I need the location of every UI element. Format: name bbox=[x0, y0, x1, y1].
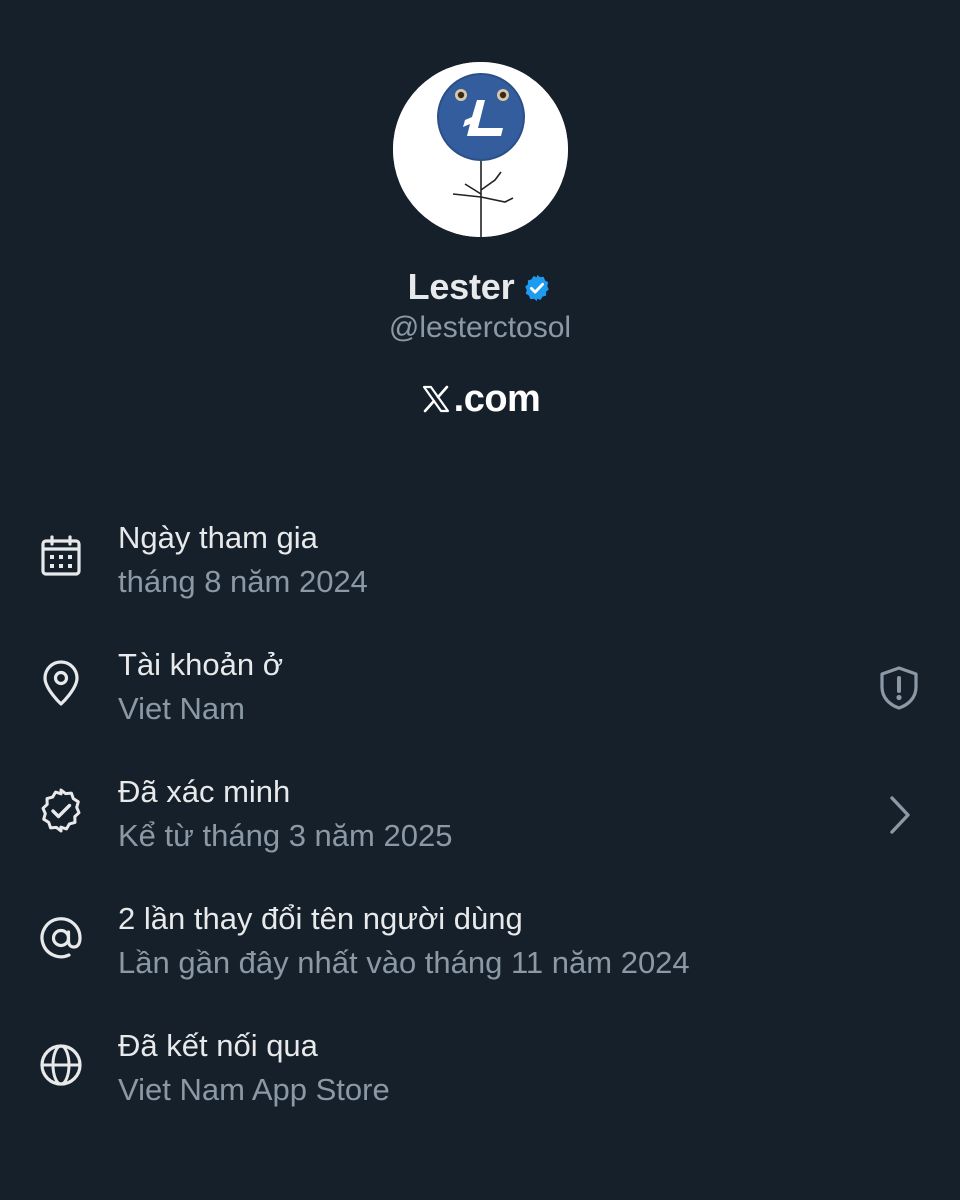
shield-alert-icon[interactable] bbox=[874, 663, 924, 713]
avatar[interactable] bbox=[393, 62, 568, 237]
name-row: Lester bbox=[0, 262, 960, 312]
info-text: Ngày tham gia tháng 8 năm 2024 bbox=[118, 516, 368, 604]
location-pin-icon bbox=[43, 660, 79, 706]
info-row-joined: Ngày tham gia tháng 8 năm 2024 bbox=[0, 506, 960, 633]
verified-outline-icon bbox=[41, 788, 81, 833]
litecoin-stickfigure-avatar-icon bbox=[393, 62, 568, 237]
info-row-verified[interactable]: Đã xác minh Kể từ tháng 3 năm 2025 bbox=[0, 760, 960, 887]
info-subtitle: Viet Nam App Store bbox=[118, 1072, 390, 1107]
chevron-right-icon[interactable] bbox=[874, 790, 924, 840]
info-text: Tài khoản ở Viet Nam bbox=[118, 643, 283, 731]
info-title: Tài khoản ở bbox=[118, 647, 284, 682]
info-row-account-location: Tài khoản ở Viet Nam bbox=[0, 633, 960, 760]
info-text: 2 lần thay đổi tên người dùng Lần gần đâ… bbox=[118, 897, 690, 985]
x-logo-icon bbox=[422, 385, 449, 413]
info-subtitle: Viet Nam bbox=[118, 691, 245, 726]
info-subtitle: Lần gần đây nhất vào tháng 11 năm 2024 bbox=[118, 945, 690, 980]
info-row-connected-via: Đã kết nối qua Viet Nam App Store bbox=[0, 1014, 960, 1141]
info-text: Đã kết nối qua Viet Nam App Store bbox=[118, 1024, 390, 1112]
calendar-icon bbox=[41, 535, 81, 576]
at-sign-icon bbox=[40, 917, 82, 959]
info-title: Đã xác minh bbox=[118, 774, 291, 809]
info-subtitle: tháng 8 năm 2024 bbox=[118, 564, 368, 599]
info-subtitle: Kể từ tháng 3 năm 2025 bbox=[118, 818, 453, 853]
brand-row[interactable]: .com bbox=[0, 374, 960, 424]
username-handle[interactable]: @lesterctosol bbox=[0, 311, 960, 345]
verified-badge-icon[interactable] bbox=[522, 273, 552, 303]
info-title: Đã kết nối qua bbox=[118, 1028, 318, 1063]
brand-domain-text: .com bbox=[453, 377, 541, 420]
info-title: Ngày tham gia bbox=[118, 520, 318, 555]
about-account-list: Ngày tham gia tháng 8 năm 2024 Tài khoản… bbox=[0, 506, 960, 1141]
display-name: Lester bbox=[407, 266, 515, 307]
info-text: Đã xác minh Kể từ tháng 3 năm 2025 bbox=[118, 770, 452, 858]
globe-icon bbox=[40, 1044, 82, 1086]
info-title: 2 lần thay đổi tên người dùng bbox=[118, 901, 523, 936]
info-row-username-changes: 2 lần thay đổi tên người dùng Lần gần đâ… bbox=[0, 887, 960, 1014]
